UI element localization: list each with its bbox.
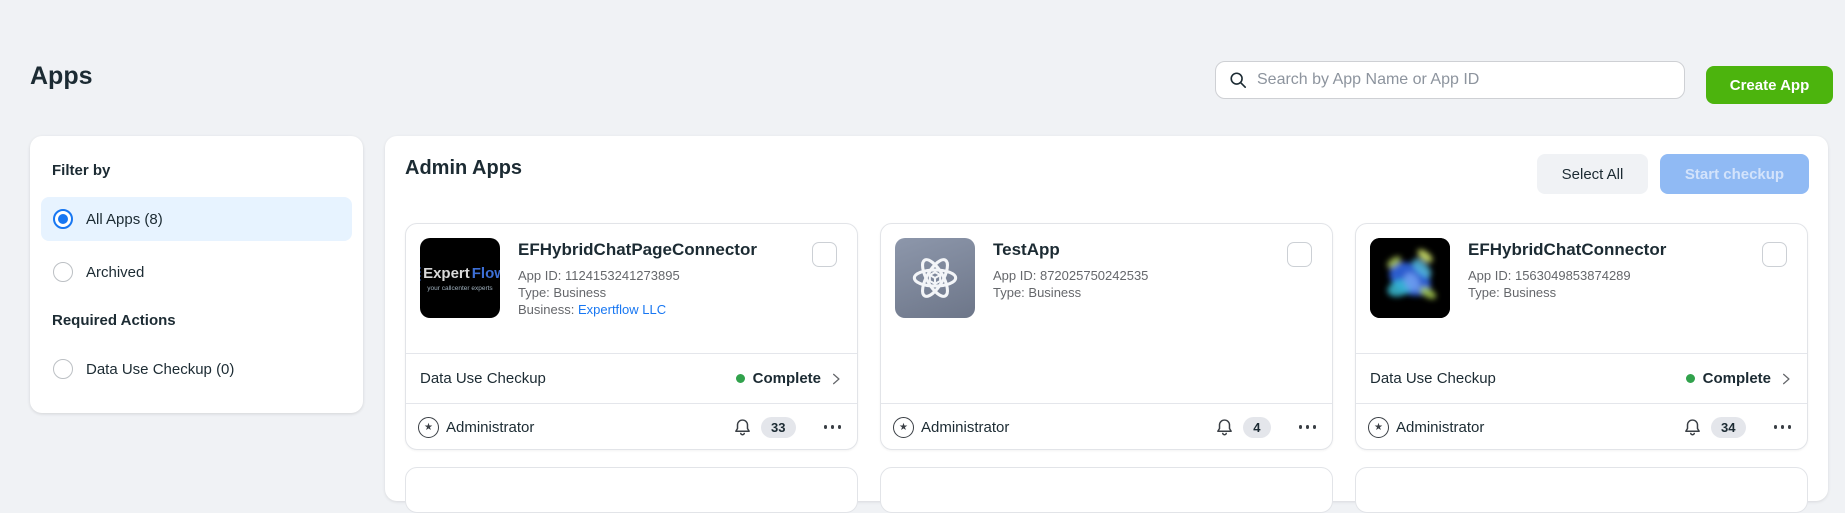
expertflow-dots-decoration: [420, 266, 421, 281]
create-app-button[interactable]: Create App: [1706, 66, 1833, 104]
filter-all-apps[interactable]: All Apps (8): [41, 197, 352, 241]
filter-by-heading: Filter by: [52, 162, 110, 179]
app-name-link[interactable]: EFHybridChatPageConnector: [518, 240, 757, 260]
business-link[interactable]: Expertflow LLC: [578, 302, 666, 317]
notification-count-badge: 34: [1711, 417, 1745, 438]
radio-selected-icon[interactable]: [53, 209, 73, 229]
app-select-checkbox[interactable]: [1762, 242, 1787, 267]
app-search-box[interactable]: [1215, 61, 1685, 99]
app-name-link[interactable]: EFHybridChatConnector: [1468, 240, 1666, 260]
admin-apps-panel: Admin Apps Select All Start checkup Expe…: [385, 136, 1828, 501]
app-type-text: Type: Business: [993, 284, 1148, 301]
bell-icon: [1682, 417, 1703, 438]
card-footer: ★ Administrator 33: [406, 403, 857, 450]
app-id-text: App ID: 872025750242535: [993, 267, 1148, 284]
checkup-status: Complete: [753, 370, 821, 387]
app-icon-atom: [895, 238, 975, 318]
checkup-label: Data Use Checkup: [1370, 370, 1496, 387]
search-input[interactable]: [1257, 71, 1671, 89]
radio-unselected-icon[interactable]: [53, 359, 73, 379]
filter-archived-label: Archived: [86, 264, 144, 281]
app-meta: App ID: 1563049853874289 Type: Business: [1468, 267, 1631, 301]
app-icon-color-splash: [1370, 238, 1450, 318]
page-title: Apps: [30, 62, 93, 91]
checkup-label: Data Use Checkup: [420, 370, 546, 387]
expertflow-logo-text: Expert: [423, 265, 470, 282]
admin-badge-icon: ★: [418, 417, 439, 438]
app-select-checkbox[interactable]: [1287, 242, 1312, 267]
start-checkup-button[interactable]: Start checkup: [1660, 154, 1809, 194]
filter-data-use-checkup-label: Data Use Checkup (0): [86, 361, 234, 378]
filter-data-use-checkup[interactable]: Data Use Checkup (0): [41, 347, 352, 391]
chevron-right-icon: [829, 372, 843, 386]
app-id-text: App ID: 1124153241273895: [518, 267, 680, 284]
bell-icon: [732, 417, 753, 438]
app-card-partial[interactable]: [1355, 467, 1808, 513]
admin-badge-icon: ★: [1368, 417, 1389, 438]
notification-count-badge: 33: [761, 417, 795, 438]
chevron-right-icon: [1779, 372, 1793, 386]
app-select-checkbox[interactable]: [812, 242, 837, 267]
role-label: Administrator: [446, 419, 534, 436]
filter-sidebar: Filter by All Apps (8) Archived Required…: [30, 136, 363, 413]
app-card-partial[interactable]: [405, 467, 858, 513]
app-name-link[interactable]: TestApp: [993, 240, 1060, 260]
radio-unselected-icon[interactable]: [53, 262, 73, 282]
filter-all-apps-label: All Apps (8): [86, 211, 163, 228]
filter-archived[interactable]: Archived: [41, 250, 352, 294]
overflow-menu-button[interactable]: [1772, 421, 1794, 433]
app-type-text: Type: Business: [518, 284, 680, 301]
role-label: Administrator: [921, 419, 1009, 436]
app-type-text: Type: Business: [1468, 284, 1631, 301]
app-meta: App ID: 1124153241273895 Type: Business …: [518, 267, 680, 318]
notifications-button[interactable]: 4: [1214, 417, 1270, 438]
notification-count-badge: 4: [1243, 417, 1270, 438]
search-icon: [1229, 71, 1247, 89]
expertflow-tagline: your callcenter experts: [427, 285, 492, 292]
admin-badge-icon: ★: [893, 417, 914, 438]
app-card[interactable]: TestApp App ID: 872025750242535 Type: Bu…: [880, 223, 1333, 450]
expertflow-logo-text-blue: Flow: [472, 265, 500, 282]
select-all-button[interactable]: Select All: [1537, 154, 1648, 194]
status-dot-icon: [736, 374, 745, 383]
card-footer: ★ Administrator 34: [1356, 403, 1807, 450]
required-actions-heading: Required Actions: [52, 312, 176, 329]
checkup-status: Complete: [1703, 370, 1771, 387]
data-use-checkup-row[interactable]: Data Use Checkup Complete: [1356, 353, 1807, 403]
notifications-button[interactable]: 33: [732, 417, 795, 438]
role-label: Administrator: [1396, 419, 1484, 436]
app-business-text: Business: Expertflow LLC: [518, 301, 680, 318]
bell-icon: [1214, 417, 1235, 438]
data-use-checkup-row[interactable]: Data Use Checkup Complete: [406, 353, 857, 403]
app-meta: App ID: 872025750242535 Type: Business: [993, 267, 1148, 301]
business-label: Business:: [518, 302, 578, 317]
overflow-menu-button[interactable]: [822, 421, 844, 433]
app-card-partial[interactable]: [880, 467, 1333, 513]
admin-apps-title: Admin Apps: [405, 157, 522, 180]
app-id-text: App ID: 1563049853874289: [1468, 267, 1631, 284]
app-icon-expertflow-logo: Expert Flow your callcenter experts: [420, 238, 500, 318]
card-footer: ★ Administrator 4: [881, 403, 1332, 450]
status-dot-icon: [1686, 374, 1695, 383]
app-card[interactable]: Expert Flow your callcenter experts EFHy…: [405, 223, 858, 450]
app-card[interactable]: EFHybridChatConnector App ID: 1563049853…: [1355, 223, 1808, 450]
overflow-menu-button[interactable]: [1297, 421, 1319, 433]
notifications-button[interactable]: 34: [1682, 417, 1745, 438]
